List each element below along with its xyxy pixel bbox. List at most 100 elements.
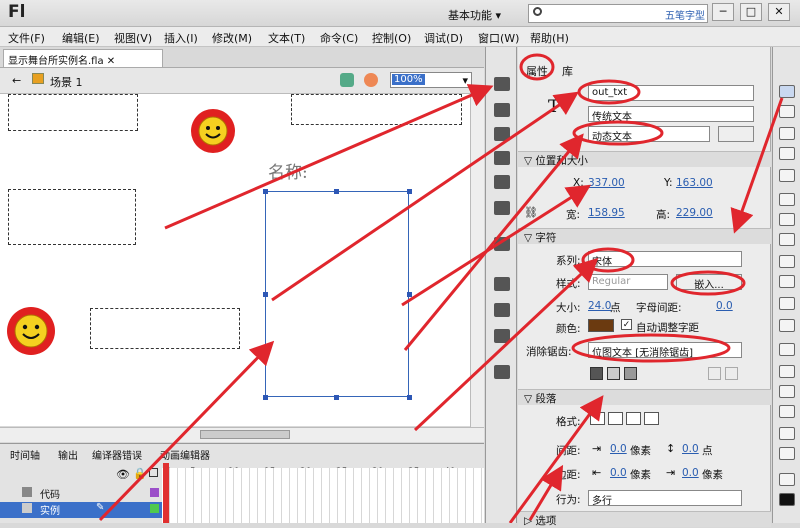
align-icon[interactable] <box>494 127 510 141</box>
layer-row-selected[interactable]: 实例 ✎ <box>0 502 162 518</box>
frame-grid[interactable] <box>162 468 484 523</box>
stage[interactable]: 名称: <box>0 94 470 426</box>
scroll-thumb[interactable] <box>200 430 290 439</box>
menu-help[interactable]: 帮助(H) <box>530 30 569 46</box>
section-options[interactable]: ▷ 选项 <box>518 511 771 527</box>
document-tab[interactable]: 显示舞台所实例名.fla ✕ <box>3 49 163 67</box>
line-spacing-value[interactable]: 0.0 <box>682 443 699 455</box>
orientation-button[interactable] <box>718 126 754 142</box>
menu-debug[interactable]: 调试(D) <box>424 30 463 46</box>
edit-symbol-icon[interactable] <box>364 73 378 87</box>
search-input[interactable]: 五笔字型 <box>528 4 708 23</box>
subscript-icon[interactable] <box>725 367 738 380</box>
letter-spacing-value[interactable]: 0.0 <box>716 300 733 312</box>
tab-motion-editor[interactable]: 动画编辑器 <box>160 447 210 462</box>
eye-icon[interactable]: 👁 <box>116 468 130 481</box>
pen-tool-icon[interactable] <box>779 193 795 206</box>
layer-row[interactable]: 代码 <box>0 486 162 502</box>
render-html-icon[interactable] <box>607 367 620 380</box>
menu-file[interactable]: 文件(F) <box>8 30 45 46</box>
height-value[interactable]: 229.00 <box>676 207 713 219</box>
selectable-icon[interactable] <box>590 367 603 380</box>
pencil-tool-icon[interactable] <box>779 275 795 288</box>
tab-compiler-errors[interactable]: 编译器错误 <box>92 447 142 462</box>
info-icon[interactable] <box>494 151 510 165</box>
transform-handle[interactable] <box>407 395 412 400</box>
transform-handle[interactable] <box>407 292 412 297</box>
color-panel-icon[interactable] <box>494 77 510 91</box>
transform-handle[interactable] <box>334 189 339 194</box>
transform-handle[interactable] <box>263 292 268 297</box>
indent-value[interactable]: 0.0 <box>610 443 627 455</box>
font-style-select[interactable]: Regular <box>588 274 668 290</box>
lasso-tool-icon[interactable] <box>779 169 795 182</box>
transform-handle[interactable] <box>334 395 339 400</box>
selected-instance-box[interactable] <box>265 191 409 397</box>
outline-icon[interactable] <box>149 468 158 477</box>
free-transform-tool-icon[interactable] <box>779 127 795 140</box>
selection-tool-icon[interactable] <box>779 85 795 98</box>
tab-properties[interactable]: 属性 <box>526 63 548 79</box>
edit-scene-icon[interactable] <box>340 73 354 87</box>
section-position-size[interactable]: ▽ 位置和大小 <box>518 151 771 167</box>
menu-text[interactable]: 文本(T) <box>268 30 305 46</box>
superscript-icon[interactable] <box>708 367 721 380</box>
section-paragraph[interactable]: ▽ 段落 <box>518 389 771 405</box>
deco-tool-icon[interactable] <box>779 319 795 332</box>
library-icon[interactable] <box>494 237 510 251</box>
instance-name-input[interactable]: out_txt <box>588 85 754 101</box>
menu-window[interactable]: 窗口(W) <box>478 30 519 46</box>
align-center-icon[interactable] <box>608 412 623 425</box>
tab-output[interactable]: 输出 <box>58 447 78 462</box>
justify-icon[interactable] <box>644 412 659 425</box>
stage-vertical-scrollbar[interactable] <box>470 94 484 427</box>
dynamic-text-box[interactable] <box>90 308 240 349</box>
text-type-select[interactable]: 动态文本 <box>588 126 710 143</box>
width-value[interactable]: 158.95 <box>588 207 625 219</box>
paint-bucket-tool-icon[interactable] <box>779 365 795 378</box>
menu-view[interactable]: 视图(V) <box>114 30 152 46</box>
workspace-switcher[interactable]: 基本功能 ▾ <box>448 7 501 23</box>
code-snippets-icon[interactable] <box>494 329 510 343</box>
brush-tool-icon[interactable] <box>779 297 795 310</box>
show-border-icon[interactable] <box>624 367 637 380</box>
lock-icon[interactable]: 🔒 <box>133 467 147 480</box>
transform-icon[interactable] <box>494 175 510 189</box>
menu-edit[interactable]: 编辑(E) <box>62 30 100 46</box>
hand-tool-icon[interactable] <box>779 427 795 440</box>
zoom-select[interactable]: 100% ▾ <box>390 72 472 88</box>
maximize-button[interactable]: □ <box>740 3 762 21</box>
embed-button[interactable]: 嵌入... <box>676 274 742 291</box>
right-margin-value[interactable]: 0.0 <box>682 467 699 479</box>
section-character[interactable]: ▽ 字符 <box>518 228 771 244</box>
x-value[interactable]: 337.00 <box>588 177 625 189</box>
transform-handle[interactable] <box>263 395 268 400</box>
3d-rotation-tool-icon[interactable] <box>779 147 795 160</box>
left-margin-value[interactable]: 0.0 <box>610 467 627 479</box>
link-icon[interactable]: ⛓ <box>524 206 538 219</box>
close-icon[interactable]: ✕ <box>107 56 115 67</box>
menu-insert[interactable]: 插入(I) <box>164 30 198 46</box>
y-value[interactable]: 163.00 <box>676 177 713 189</box>
dynamic-text-box[interactable] <box>8 189 136 245</box>
antialias-select[interactable]: 位图文本 [无消除锯齿] <box>588 342 742 359</box>
rectangle-tool-icon[interactable] <box>779 255 795 268</box>
text-engine-select[interactable]: 传统文本 <box>588 106 754 123</box>
tab-timeline[interactable]: 时间轴 <box>10 447 40 462</box>
text-color-swatch[interactable] <box>588 319 614 332</box>
history-icon[interactable] <box>494 201 510 215</box>
behavior-select[interactable]: 多行 <box>588 490 742 507</box>
bone-tool-icon[interactable] <box>779 343 795 356</box>
fill-color-icon[interactable] <box>779 493 795 506</box>
subselection-tool-icon[interactable] <box>779 105 795 118</box>
menu-commands[interactable]: 命令(C) <box>320 30 358 46</box>
eraser-tool-icon[interactable] <box>779 405 795 418</box>
back-arrow-icon[interactable]: ← <box>12 74 21 87</box>
minimize-button[interactable]: ─ <box>712 3 734 21</box>
align-left-icon[interactable] <box>590 412 605 425</box>
components-icon[interactable] <box>494 277 510 291</box>
transform-handle[interactable] <box>407 189 412 194</box>
transform-handle[interactable] <box>263 189 268 194</box>
stroke-color-icon[interactable] <box>779 473 795 486</box>
zoom-tool-icon[interactable] <box>779 447 795 460</box>
